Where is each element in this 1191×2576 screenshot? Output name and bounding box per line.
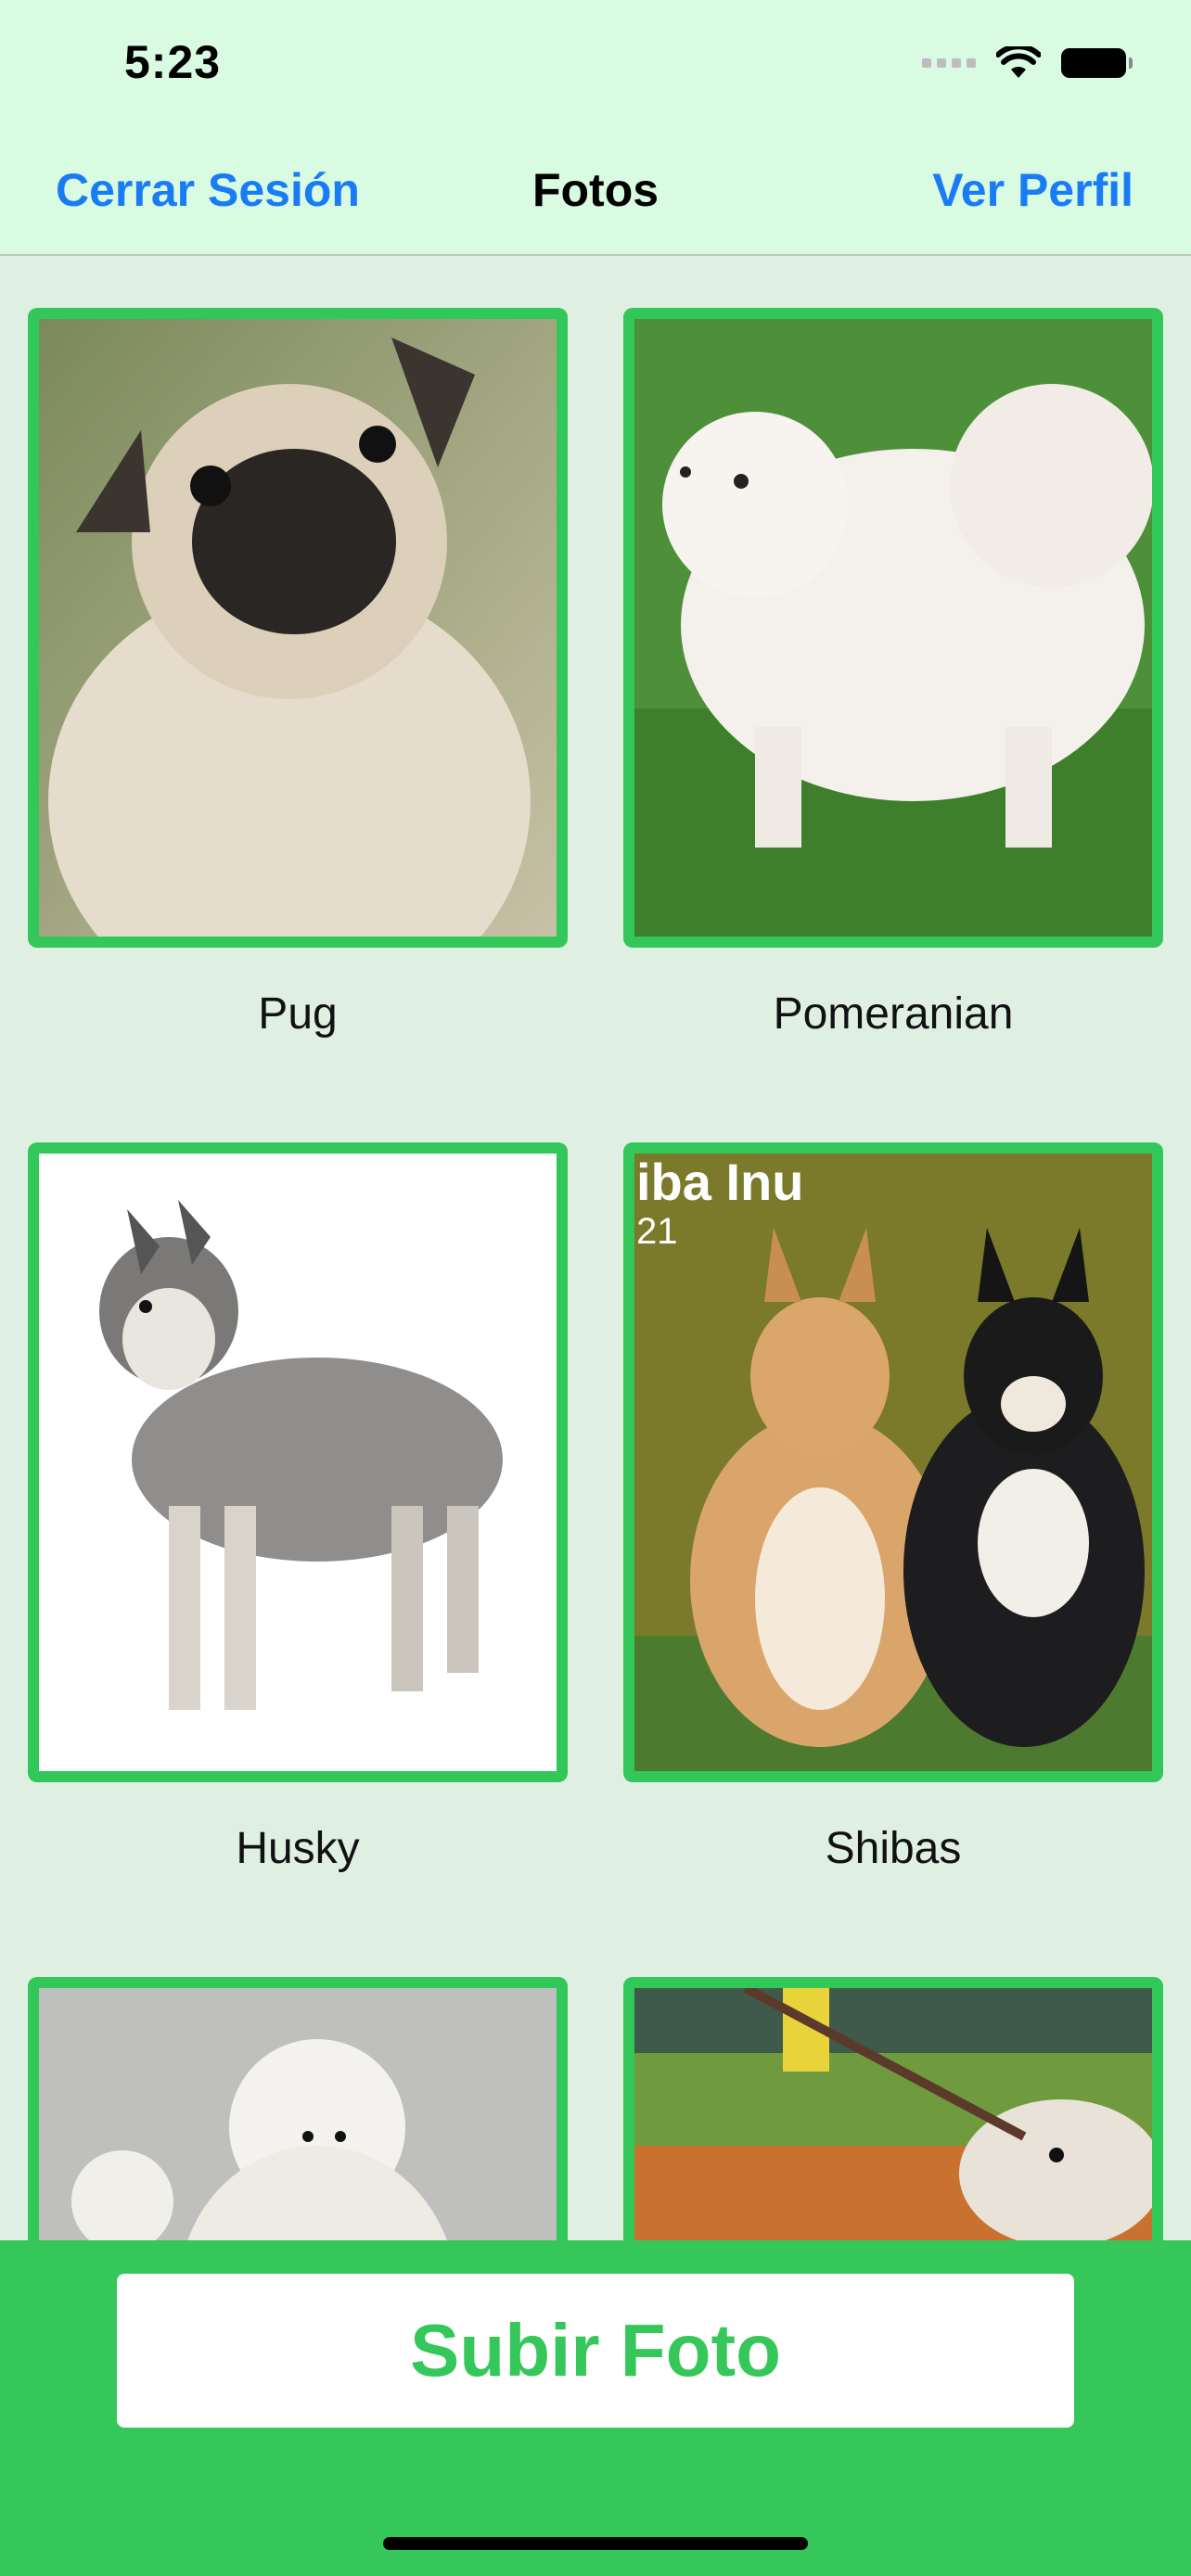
photo-card-poodle	[28, 1977, 568, 2240]
photo-caption: Pug	[258, 989, 338, 1039]
shibas-overlay-title: iba Inu	[636, 1153, 804, 1211]
cellular-signal-icon	[922, 58, 976, 68]
photo-caption: Pomeranian	[773, 989, 1014, 1039]
battery-icon	[1061, 48, 1133, 78]
bottom-bar: Subir Foto	[0, 2240, 1191, 2576]
pug-image	[39, 319, 557, 937]
photo-pomeranian[interactable]	[623, 308, 1163, 948]
status-bar: 5:23	[0, 0, 1191, 130]
photo-card-shibas: iba Inu 21 Shibas	[623, 1142, 1163, 1874]
photo-husky[interactable]	[28, 1142, 568, 1782]
photo-grid[interactable]: Pug Pomeranian Husky iba Inu 21 Shibas	[0, 256, 1191, 2240]
navigation-bar: Cerrar Sesión Fotos Ver Perfil	[0, 130, 1191, 256]
wifi-icon	[996, 46, 1041, 78]
status-time: 5:23	[124, 36, 222, 88]
poodle-image	[39, 1988, 557, 2240]
view-profile-button[interactable]: Ver Perfil	[932, 163, 1133, 217]
home-indicator[interactable]	[383, 2537, 808, 2550]
pomeranian-image	[634, 319, 1152, 937]
shibas-image	[634, 1154, 1152, 1771]
photo-card-pomeranian: Pomeranian	[623, 308, 1163, 1039]
photo-pug[interactable]	[28, 308, 568, 948]
husky-image	[39, 1154, 557, 1771]
photo-bulldog[interactable]	[623, 1977, 1163, 2240]
shibas-overlay-sub: 21	[636, 1211, 678, 1252]
photo-caption: Husky	[236, 1824, 360, 1873]
upload-photo-button[interactable]: Subir Foto	[117, 2274, 1074, 2428]
photo-card-pug: Pug	[28, 308, 568, 1039]
bulldog-image	[634, 1988, 1152, 2240]
status-icons	[922, 46, 1133, 80]
photo-card-husky: Husky	[28, 1142, 568, 1874]
photo-card-bulldog	[623, 1977, 1163, 2240]
photo-shibas[interactable]: iba Inu 21	[623, 1142, 1163, 1782]
photo-poodle[interactable]	[28, 1977, 568, 2240]
photo-caption: Shibas	[825, 1824, 962, 1873]
